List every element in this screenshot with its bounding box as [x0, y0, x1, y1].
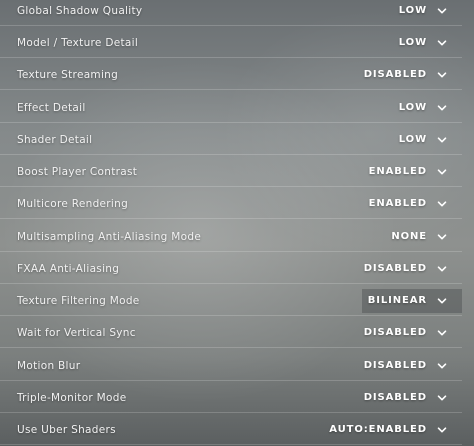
dropdown-value: ENABLED: [368, 166, 427, 177]
setting-row-boost-player-contrast: Boost Player Contrast ENABLED: [0, 157, 462, 187]
fxaa-anti-aliasing-dropdown[interactable]: DISABLED: [358, 257, 462, 281]
setting-label: Motion Blur: [17, 359, 81, 372]
setting-label: Shader Detail: [17, 133, 93, 146]
dropdown-value: BILINEAR: [367, 295, 427, 306]
setting-row-fxaa-anti-aliasing: FXAA Anti-Aliasing DISABLED: [0, 254, 462, 284]
setting-label: FXAA Anti-Aliasing: [17, 262, 120, 275]
setting-label: Use Uber Shaders: [17, 423, 116, 436]
chevron-down-icon: [436, 231, 448, 243]
chevron-down-icon: [436, 295, 448, 307]
triple-monitor-mode-dropdown[interactable]: DISABLED: [358, 386, 462, 410]
use-uber-shaders-dropdown[interactable]: AUTO:ENABLED: [323, 418, 462, 442]
chevron-down-icon: [436, 166, 448, 178]
setting-row-multicore-rendering: Multicore Rendering ENABLED: [0, 189, 462, 219]
chevron-down-icon: [436, 102, 448, 114]
dropdown-value: DISABLED: [363, 327, 427, 338]
setting-label: Multisampling Anti-Aliasing Mode: [17, 230, 202, 243]
model-texture-detail-dropdown[interactable]: LOW: [393, 31, 462, 55]
dropdown-value: DISABLED: [363, 263, 427, 274]
setting-row-use-uber-shaders: Use Uber Shaders AUTO:ENABLED: [0, 415, 462, 445]
setting-row-motion-blur: Motion Blur DISABLED: [0, 351, 462, 381]
dropdown-value: LOW: [398, 5, 427, 16]
setting-row-global-shadow-quality: Global Shadow Quality LOW: [0, 0, 462, 26]
chevron-down-icon: [436, 5, 448, 17]
setting-row-triple-monitor-mode: Triple-Monitor Mode DISABLED: [0, 383, 462, 413]
chevron-down-icon: [436, 327, 448, 339]
dropdown-value: DISABLED: [363, 360, 427, 371]
texture-filtering-mode-dropdown[interactable]: BILINEAR: [361, 288, 462, 313]
chevron-down-icon: [436, 37, 448, 49]
setting-row-shader-detail: Shader Detail LOW: [0, 125, 462, 155]
multisampling-anti-aliasing-mode-dropdown[interactable]: NONE: [385, 225, 462, 249]
dropdown-value: LOW: [398, 37, 427, 48]
dropdown-value: NONE: [391, 231, 427, 242]
dropdown-value: DISABLED: [363, 69, 427, 80]
motion-blur-dropdown[interactable]: DISABLED: [358, 354, 462, 378]
dropdown-value: ENABLED: [368, 198, 427, 209]
texture-streaming-dropdown[interactable]: DISABLED: [358, 63, 462, 87]
chevron-down-icon: [436, 198, 448, 210]
setting-row-model-texture-detail: Model / Texture Detail LOW: [0, 28, 462, 58]
setting-row-wait-for-vertical-sync: Wait for Vertical Sync DISABLED: [0, 318, 462, 348]
video-settings-list: Global Shadow Quality LOW Model / Textur…: [0, 0, 474, 446]
setting-row-multisampling-anti-aliasing-mode: Multisampling Anti-Aliasing Mode NONE: [0, 222, 462, 252]
setting-label: Texture Streaming: [17, 68, 119, 81]
setting-label: Global Shadow Quality: [17, 4, 143, 17]
setting-label: Model / Texture Detail: [17, 36, 139, 49]
chevron-down-icon: [436, 424, 448, 436]
wait-for-vertical-sync-dropdown[interactable]: DISABLED: [358, 321, 462, 345]
dropdown-value: AUTO:ENABLED: [329, 424, 427, 435]
dropdown-value: LOW: [398, 102, 427, 113]
setting-row-texture-streaming: Texture Streaming DISABLED: [0, 60, 462, 90]
chevron-down-icon: [436, 392, 448, 404]
chevron-down-icon: [436, 134, 448, 146]
setting-label: Effect Detail: [17, 101, 86, 114]
setting-row-texture-filtering-mode: Texture Filtering Mode BILINEAR: [0, 286, 462, 316]
multicore-rendering-dropdown[interactable]: ENABLED: [363, 192, 462, 216]
chevron-down-icon: [436, 69, 448, 81]
setting-label: Triple-Monitor Mode: [17, 391, 127, 404]
boost-player-contrast-dropdown[interactable]: ENABLED: [363, 160, 462, 184]
setting-label: Wait for Vertical Sync: [17, 326, 136, 339]
dropdown-value: LOW: [398, 134, 427, 145]
chevron-down-icon: [436, 360, 448, 372]
shader-detail-dropdown[interactable]: LOW: [393, 128, 462, 152]
chevron-down-icon: [436, 263, 448, 275]
dropdown-value: DISABLED: [363, 392, 427, 403]
setting-label: Multicore Rendering: [17, 197, 129, 210]
effect-detail-dropdown[interactable]: LOW: [393, 96, 462, 120]
setting-row-effect-detail: Effect Detail LOW: [0, 93, 462, 123]
global-shadow-quality-dropdown[interactable]: LOW: [393, 0, 462, 23]
setting-label: Texture Filtering Mode: [17, 294, 140, 307]
setting-label: Boost Player Contrast: [17, 165, 138, 178]
